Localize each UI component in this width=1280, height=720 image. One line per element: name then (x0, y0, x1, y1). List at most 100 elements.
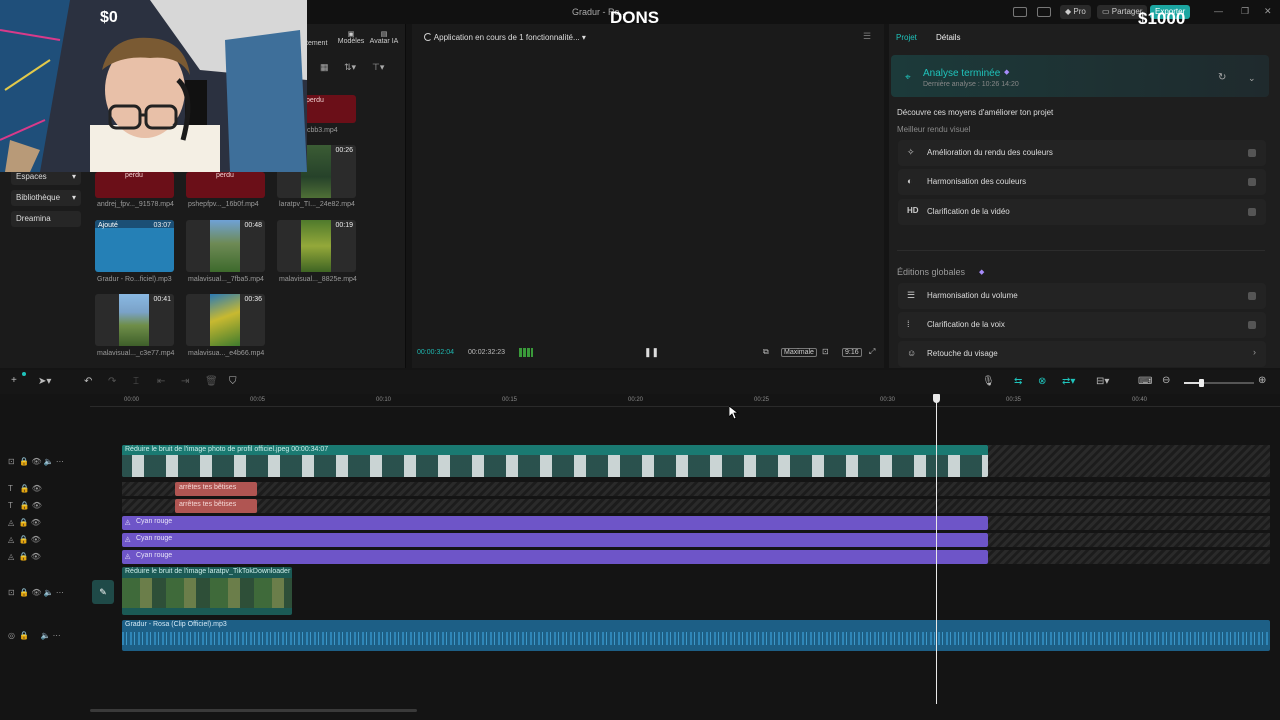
field-image (301, 220, 331, 272)
duration-badge: 00:19 (335, 222, 353, 229)
shield-icon[interactable]: ⛉ (229, 376, 237, 387)
delete-icon[interactable]: 🗑 (205, 376, 218, 387)
pro-label: Pro (1073, 7, 1086, 16)
tool-tab-0[interactable]: tement (306, 40, 327, 47)
ruler-label: 00:35 (1006, 397, 1022, 403)
text-clip[interactable]: arrêtes tes bêtises (175, 499, 257, 513)
status-indicator[interactable]: Application en cours de 1 fonctionnalité… (424, 33, 586, 42)
sidebar-item-bibliotheque[interactable]: Bibliothèque ▾ (11, 190, 81, 206)
effect-clip[interactable]: ◬ Cyan rouge (122, 533, 988, 547)
media-thumb[interactable]: 00:41 (95, 294, 174, 346)
effect-icon: ◬ (125, 553, 131, 560)
palette-icon: ◐ (907, 176, 913, 186)
microphone-icon[interactable]: 🎙 (982, 376, 995, 387)
playhead-handle[interactable] (933, 394, 940, 403)
close-icon[interactable]: ✕ (1264, 6, 1272, 17)
timeline-toolbar: + ➤▾ ↶ ↷ ⌶ ⇤ ⇥ 🗑 ⛉ 🎙 ⇆ ⊗ ⇄▾ ⊟▾ ⌨ ⊖ ⊕ (0, 370, 1280, 394)
zoom-slider-handle[interactable] (1199, 379, 1204, 387)
effect-clip[interactable]: ◬ Cyan rouge (122, 550, 988, 564)
ratio-select[interactable]: 9:16 (842, 348, 862, 357)
option-color-harmonize[interactable]: ◐ Harmonisation des couleurs (898, 169, 1266, 195)
text-clip[interactable]: arrêtes tes bêtises (175, 482, 257, 496)
track-header-text-2[interactable]: T 🔒 👁 (8, 501, 42, 510)
track-header-effect-3[interactable]: ◬ 🔒 👁 (8, 552, 41, 561)
effect-clip[interactable]: ◬ Cyan rouge (122, 516, 988, 530)
track-header-text-1[interactable]: T 🔒 👁 (8, 484, 42, 493)
toggle[interactable] (1248, 292, 1256, 300)
snap-icon[interactable]: ⇄▾ (1062, 376, 1075, 387)
filter-icon[interactable]: ⊤▾ (372, 62, 384, 73)
toggle[interactable] (1248, 149, 1256, 157)
option-voice-clarify[interactable]: ⁞ Clarification de la voix (898, 312, 1266, 338)
media-thumb[interactable]: perdu (95, 172, 174, 198)
add-track-icon[interactable]: + (11, 375, 17, 386)
trim-right-icon[interactable]: ⇥ (181, 376, 189, 387)
sidebar-item-dreamina[interactable]: Dreamina (11, 211, 81, 227)
split-icon[interactable]: ⌶ (133, 376, 139, 387)
templates-icon: ▣ (347, 31, 355, 38)
track-header-audio[interactable]: ◎ 🔒 🔈 ⋯ (8, 631, 61, 640)
minimize-icon[interactable]: — (1214, 6, 1223, 16)
effect-icon: ◬ (125, 536, 131, 543)
tool-tab-templates[interactable]: ▣ Modèles (336, 30, 366, 45)
media-caption: malavisual..._7fba5.mp4 (188, 276, 264, 283)
chevron-down-icon[interactable]: ⌄ (1248, 73, 1256, 84)
pro-button[interactable]: ◆ Pro (1060, 5, 1091, 19)
fullscreen-icon[interactable]: ⤢ (869, 347, 875, 357)
video-clip[interactable]: Réduire le bruit de l'image laratpv_TikT… (122, 567, 292, 615)
audio-clip[interactable]: Gradur - Rosa (Clip Officiel).mp3 (122, 620, 1270, 651)
grid-view-icon[interactable]: ▦ (320, 62, 329, 73)
clip-label: arrêtes tes bêtises (179, 501, 237, 508)
mouse-cursor-icon (729, 406, 739, 420)
media-thumb[interactable]: Ajouté 03:07 (95, 220, 174, 272)
snapshot-icon[interactable]: ⊡ (822, 347, 829, 356)
option-face-retouch[interactable]: ☺ Retouche du visage › (898, 341, 1266, 367)
maximize-icon[interactable]: ❐ (1241, 6, 1249, 17)
crop-icon[interactable]: ⧉ (763, 347, 769, 357)
quality-select[interactable]: Maximale (781, 348, 817, 357)
trim-left-icon[interactable]: ⇤ (157, 376, 165, 387)
ruler-label: 00:25 (754, 397, 770, 403)
sort-icon[interactable]: ⇅▾ (344, 62, 356, 73)
duration-badge: 00:36 (244, 296, 262, 303)
redo-icon[interactable]: ↷ (108, 376, 116, 387)
undo-icon[interactable]: ↶ (84, 376, 92, 387)
track-header-video[interactable]: ⊡ 🔒 👁 🔈 ⋯ (8, 588, 64, 597)
option-video-clarify[interactable]: HD Clarification de la vidéo (898, 199, 1266, 225)
shortcut-icon[interactable] (1037, 7, 1051, 17)
intro-text: Découvre ces moyens d'améliorer ton proj… (897, 108, 1054, 117)
tool-tab-avatar[interactable]: ▤ Avatar IA (368, 30, 400, 45)
layout-icon[interactable] (1013, 7, 1027, 17)
select-tool-icon[interactable]: ➤▾ (38, 376, 51, 387)
toggle[interactable] (1248, 178, 1256, 186)
zoom-in-icon[interactable]: ⊕ (1258, 375, 1266, 386)
media-thumb[interactable]: 00:48 (186, 220, 265, 272)
track-header-effect-1[interactable]: ◬ 🔒 👁 (8, 518, 41, 527)
tab-projet[interactable]: Projet (896, 33, 917, 42)
media-thumb[interactable]: 00:19 (277, 220, 356, 272)
cover-edit-icon[interactable]: ✎ (92, 580, 114, 604)
refresh-icon[interactable]: ↻ (1218, 72, 1226, 83)
option-color-enhance[interactable]: ✧ Amélioration du rendu des couleurs (898, 140, 1266, 166)
main-image-clip[interactable]: Réduire le bruit de l'image photo de pro… (122, 445, 988, 477)
playhead[interactable] (936, 394, 937, 704)
magnet-icon[interactable]: ⊗ (1038, 376, 1046, 387)
toggle[interactable] (1248, 208, 1256, 216)
menu-icon[interactable]: ☰ (863, 31, 871, 42)
track-header-effect-2[interactable]: ◬ 🔒 👁 (8, 535, 41, 544)
clip-label: Cyan rouge (136, 552, 173, 559)
toggle[interactable] (1248, 321, 1256, 329)
caption-icon[interactable]: ⌨ (1138, 376, 1152, 387)
empty-track-area (122, 499, 1270, 513)
zoom-out-icon[interactable]: ⊖ (1162, 375, 1170, 386)
track-header-main[interactable]: ⊡ 🔒 👁 🔈 ⋯ (8, 457, 64, 466)
pause-icon[interactable]: ❚❚ (644, 347, 659, 358)
preview-axis-icon[interactable]: ⊟▾ (1096, 376, 1109, 387)
tab-details[interactable]: Détails (936, 33, 960, 42)
timeline-scrollbar[interactable] (90, 709, 417, 712)
media-thumb[interactable]: perdu (186, 172, 265, 198)
media-caption: malavisua..._e4b66.mp4 (188, 350, 265, 357)
option-volume-harmonize[interactable]: ☰ Harmonisation du volume (898, 283, 1266, 309)
media-thumb[interactable]: 00:36 (186, 294, 265, 346)
link-icon[interactable]: ⇆ (1014, 376, 1022, 387)
